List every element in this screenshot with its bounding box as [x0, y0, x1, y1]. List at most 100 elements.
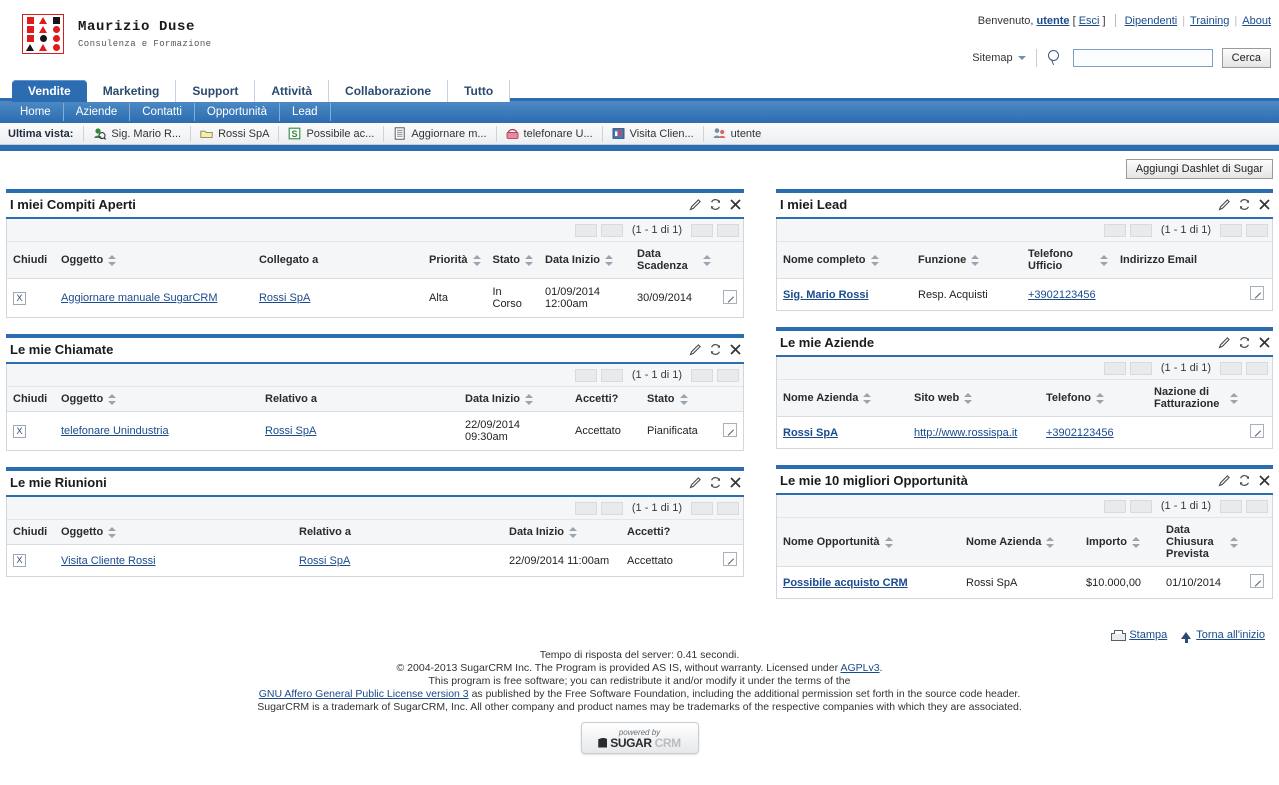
col-data-inizio[interactable]: Data Inizio	[539, 242, 631, 279]
col-nome-azienda[interactable]: Nome Azienda	[960, 518, 1080, 567]
refresh-icon[interactable]	[709, 198, 722, 211]
refresh-icon[interactable]	[1238, 198, 1251, 211]
back-to-top-link[interactable]: Torna all'inizio	[1181, 629, 1265, 643]
print-label[interactable]: Stampa	[1129, 629, 1167, 641]
print-link[interactable]: Stampa	[1111, 629, 1167, 641]
pencil-icon[interactable]	[689, 198, 702, 211]
pagination-last-button[interactable]	[717, 368, 739, 382]
tab-tutto[interactable]: Tutto	[448, 80, 511, 102]
pagination-next-button[interactable]	[1220, 499, 1242, 513]
edit-icon[interactable]	[723, 552, 737, 566]
pencil-icon[interactable]	[1218, 336, 1231, 349]
tab-vendite[interactable]: Vendite	[12, 80, 87, 102]
subnav-item-contatti[interactable]: Contatti	[130, 103, 195, 121]
refresh-icon[interactable]	[709, 343, 722, 356]
edit-icon[interactable]	[723, 422, 737, 437]
col-funzione[interactable]: Funzione	[912, 242, 1022, 279]
pagination-next-button[interactable]	[691, 368, 713, 382]
col-data-inizio[interactable]: Data Inizio	[459, 387, 569, 412]
close-task-button[interactable]: X	[13, 291, 26, 305]
pagination-prev-button[interactable]	[1129, 361, 1152, 375]
pagination-first-button[interactable]	[1103, 223, 1126, 237]
related-account-link[interactable]: Rossi SpA	[259, 292, 310, 304]
col-stato[interactable]: Stato	[486, 242, 539, 279]
col-stato[interactable]: Stato	[641, 387, 717, 412]
pagination-last-button[interactable]	[1246, 361, 1268, 375]
agpl-link[interactable]: AGPLv3	[840, 662, 879, 674]
close-icon[interactable]	[729, 343, 742, 356]
pencil-icon[interactable]	[689, 343, 702, 356]
logout-link[interactable]: Esci	[1079, 15, 1100, 27]
refresh-icon[interactable]	[709, 476, 722, 489]
search-input[interactable]	[1072, 49, 1213, 67]
pagination-last-button[interactable]	[717, 223, 739, 237]
edit-icon[interactable]	[1250, 286, 1264, 300]
close-icon[interactable]	[729, 476, 742, 489]
pagination-prev-button[interactable]	[600, 223, 623, 237]
col-data-inizio[interactable]: Data Inizio	[503, 520, 621, 545]
close-icon[interactable]	[729, 198, 742, 211]
tab-collaborazione[interactable]: Collaborazione	[329, 80, 449, 102]
pagination-first-button[interactable]	[574, 223, 597, 237]
close-call-button[interactable]: X	[13, 424, 26, 438]
last-viewed-item-opportunity[interactable]: S Possibile ac...	[278, 125, 383, 142]
subnav-item-lead[interactable]: Lead	[280, 103, 331, 121]
col-importo[interactable]: Importo	[1080, 518, 1160, 567]
col-oggetto[interactable]: Oggetto	[55, 520, 293, 545]
account-website-link[interactable]: http://www.rossispa.it	[914, 427, 1017, 439]
add-dashlet-button[interactable]: Aggiungi Dashlet di Sugar	[1125, 159, 1273, 179]
account-name-link[interactable]: Rossi SpA	[783, 427, 838, 439]
pagination-first-button[interactable]	[574, 501, 597, 515]
edit-icon[interactable]	[1250, 424, 1264, 438]
close-icon[interactable]	[1258, 474, 1271, 487]
pagination-first-button[interactable]	[1103, 499, 1126, 513]
header-link-training[interactable]: Training	[1190, 15, 1229, 27]
pagination-prev-button[interactable]	[1129, 499, 1152, 513]
pencil-icon[interactable]	[1218, 198, 1231, 211]
last-viewed-item-contact[interactable]: Sig. Mario R...	[83, 125, 190, 142]
lead-phone-link[interactable]: +3902123456	[1028, 289, 1096, 301]
account-phone-link[interactable]: +3902123456	[1046, 427, 1114, 439]
close-icon[interactable]	[1258, 336, 1271, 349]
opportunity-name-link[interactable]: Possibile acquisto CRM	[783, 577, 908, 589]
close-icon[interactable]	[1258, 198, 1271, 211]
header-link-about[interactable]: About	[1242, 15, 1271, 27]
meeting-subject-link[interactable]: Visita Cliente Rossi	[61, 555, 156, 567]
col-sito-web[interactable]: Sito web	[908, 380, 1040, 417]
edit-icon[interactable]	[723, 289, 737, 304]
gnu-license-link[interactable]: GNU Affero General Public License versio…	[259, 688, 469, 700]
tab-support[interactable]: Support	[176, 80, 256, 102]
subnav-item-home[interactable]: Home	[12, 103, 64, 121]
related-account-link[interactable]: Rossi SpA	[265, 425, 316, 437]
last-viewed-item-account[interactable]: Rossi SpA	[190, 125, 278, 142]
refresh-icon[interactable]	[1238, 474, 1251, 487]
col-oggetto[interactable]: Oggetto	[55, 387, 259, 412]
task-subject-link[interactable]: Aggiornare manuale SugarCRM	[61, 292, 218, 304]
subnav-item-opportunita[interactable]: Opportunità	[195, 103, 280, 121]
search-icon[interactable]	[1047, 50, 1063, 66]
last-viewed-item-meeting[interactable]: Visita Clien...	[601, 125, 703, 142]
call-subject-link[interactable]: telefonare Unindustria	[61, 425, 169, 437]
last-viewed-item-user[interactable]: utente	[702, 125, 771, 142]
pagination-next-button[interactable]	[1220, 223, 1242, 237]
col-priorita[interactable]: Priorità	[422, 242, 487, 279]
pencil-icon[interactable]	[689, 476, 702, 489]
edit-icon[interactable]	[1250, 574, 1264, 588]
pagination-prev-button[interactable]	[600, 501, 623, 515]
header-link-dipendenti[interactable]: Dipendenti	[1125, 15, 1178, 27]
tab-attivita[interactable]: Attività	[255, 80, 330, 102]
col-nome-opportunita[interactable]: Nome Opportunità	[777, 518, 960, 567]
pencil-icon[interactable]	[1218, 474, 1231, 487]
pagination-first-button[interactable]	[574, 368, 597, 382]
last-viewed-item-call[interactable]: telefonare U...	[495, 125, 602, 142]
close-meeting-button[interactable]: X	[13, 554, 26, 567]
col-nazione-fatturazione[interactable]: Nazione di Fatturazione	[1148, 380, 1244, 417]
last-viewed-item-task[interactable]: Aggiornare m...	[383, 125, 495, 142]
pagination-last-button[interactable]	[1246, 499, 1268, 513]
pagination-next-button[interactable]	[691, 501, 713, 515]
col-telefono[interactable]: Telefono	[1040, 380, 1148, 417]
col-oggetto[interactable]: Oggetto	[55, 242, 253, 279]
pagination-last-button[interactable]	[717, 501, 739, 515]
pagination-first-button[interactable]	[1103, 361, 1126, 375]
current-user-link[interactable]: utente	[1037, 15, 1070, 27]
